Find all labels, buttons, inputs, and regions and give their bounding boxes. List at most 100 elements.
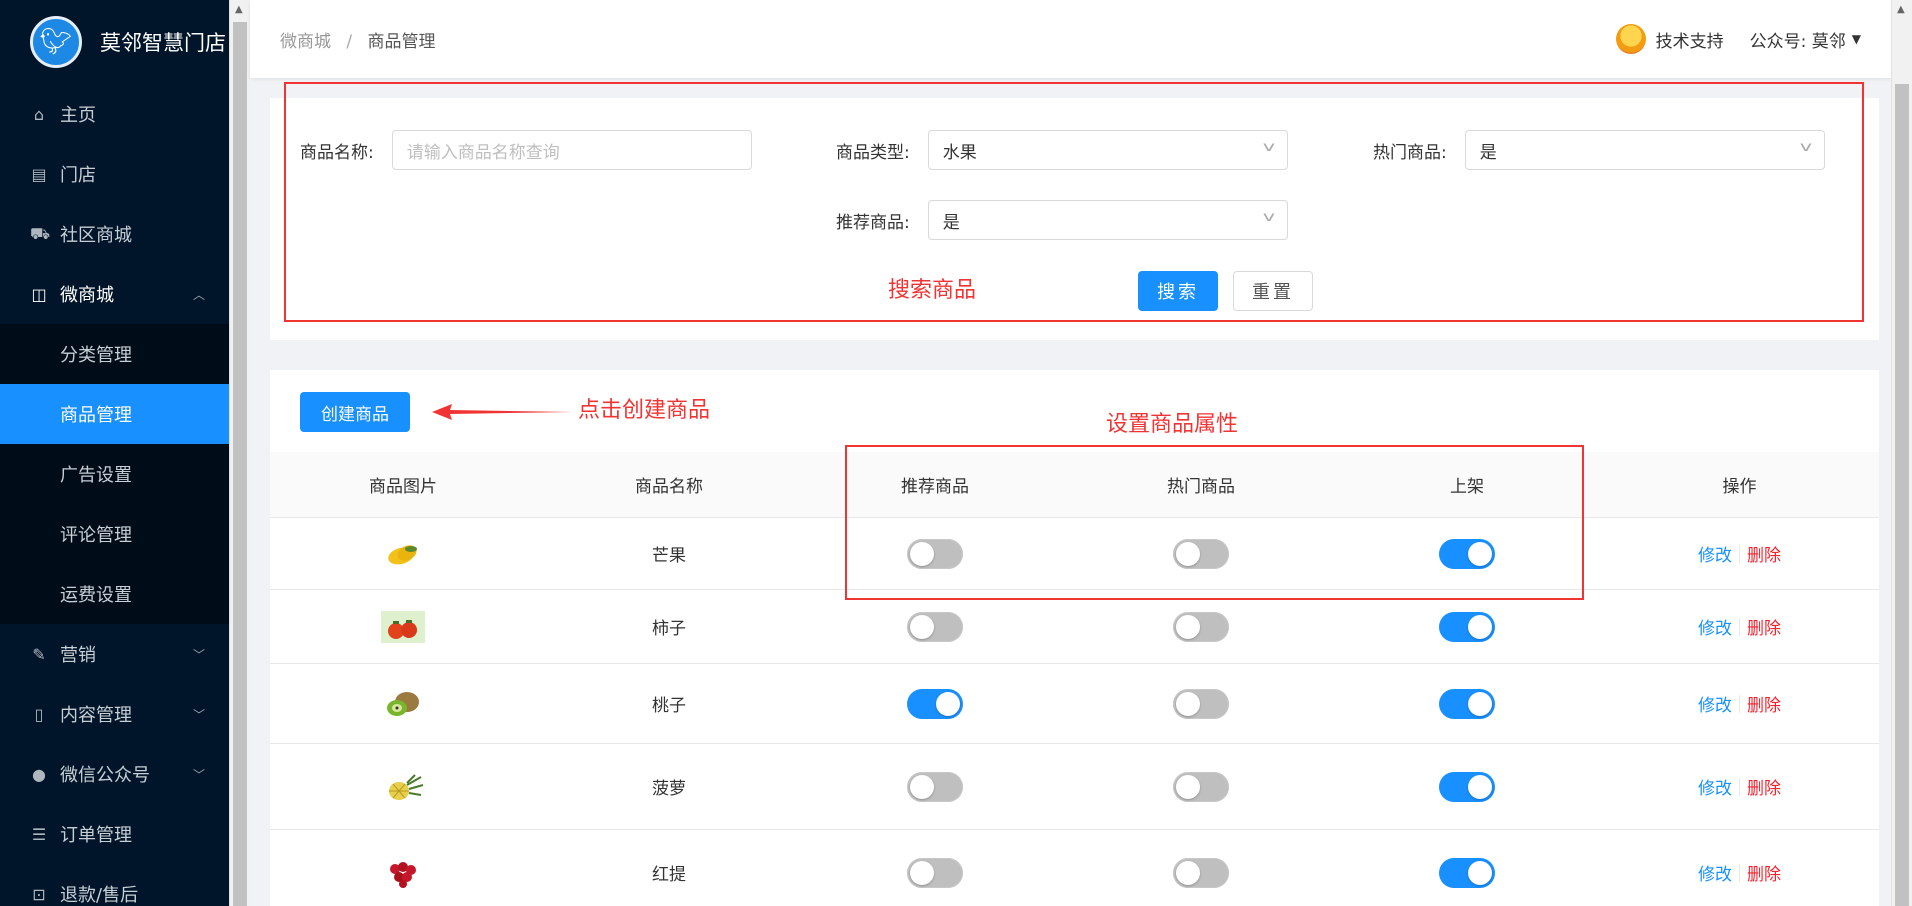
refund-icon: ⊡ [32, 884, 46, 904]
bird-logo-icon: 🐦︎ [30, 16, 82, 68]
table-row: 桃子 修改 删除 [270, 664, 1879, 744]
wechat-icon: ● [32, 764, 46, 784]
edit-link[interactable]: 修改 [1698, 614, 1732, 639]
on-shelf-toggle[interactable] [1439, 857, 1495, 888]
recommend-toggle[interactable] [907, 688, 963, 719]
chevron-down-icon: ﹀ [192, 647, 205, 662]
sidebar-item-order-management[interactable]: ☰ 订单管理 [0, 804, 229, 864]
sidebar-item-label: 社区商城 [60, 225, 132, 246]
sidebar-item-community-mall[interactable]: ⛟ 社区商城 [0, 204, 229, 264]
sidebar-item-home[interactable]: ⌂ 主页 [0, 84, 229, 144]
peach-image [381, 688, 425, 720]
edit-link[interactable]: 修改 [1698, 541, 1732, 566]
delete-link[interactable]: 删除 [1747, 541, 1781, 566]
app-logo[interactable]: 🐦︎ 莫邻智慧门店 [0, 0, 229, 84]
breadcrumb-item-micro-mall[interactable]: 微商城 [280, 32, 331, 52]
sidebar-item-product-management[interactable]: 商品管理 [0, 384, 229, 444]
product-name: 芒果 [652, 546, 686, 566]
annotation-arrow-icon [432, 404, 573, 420]
support-avatar-icon[interactable] [1615, 24, 1646, 54]
search-annotation-box [284, 82, 1864, 322]
top-header: 微商城 / 商品管理 技术支持 公众号: 莫邻 ▼ [250, 0, 1891, 78]
caret-down-icon[interactable]: ▼ [1852, 32, 1861, 46]
sidebar-item-wechat-account[interactable]: ● 微信公众号 ﹀ [0, 744, 229, 804]
sidebar-item-marketing[interactable]: ✎ 营销 ﹀ [0, 624, 229, 684]
list-icon: ☰ [31, 824, 47, 844]
hot-toggle[interactable] [1173, 857, 1229, 888]
sidebar-scrollbar[interactable]: ▲ [229, 0, 250, 906]
home-icon: ⌂ [33, 104, 45, 124]
hot-toggle[interactable] [1173, 611, 1229, 642]
search-annotation-label: 搜索商品 [888, 278, 977, 303]
sidebar-item-store[interactable]: ▤ 门店 [0, 144, 229, 204]
scrollbar-thumb[interactable] [1895, 84, 1909, 906]
cart-icon: ⛟ [30, 223, 51, 243]
micro-mall-submenu: 分类管理 商品管理 广告设置 评论管理 运费设置 [0, 324, 229, 624]
delete-link[interactable]: 删除 [1747, 860, 1781, 885]
attribute-annotation-box [845, 445, 1584, 600]
create-annotation-label: 点击创建商品 [578, 398, 711, 423]
breadcrumb: 微商城 / 商品管理 [280, 27, 436, 52]
on-shelf-toggle[interactable] [1439, 688, 1495, 719]
persimmon-image [381, 610, 425, 643]
recommend-toggle[interactable] [907, 771, 963, 802]
edit-link[interactable]: 修改 [1698, 691, 1732, 716]
sidebar-item-label: 微商城 [60, 285, 114, 306]
delete-link[interactable]: 删除 [1747, 614, 1781, 639]
hot-toggle[interactable] [1173, 771, 1229, 802]
sidebar-item-shipping-settings[interactable]: 运费设置 [0, 564, 229, 624]
red-grape-image [381, 857, 425, 889]
main-scrollbar[interactable]: ▲ [1891, 0, 1912, 906]
on-shelf-toggle[interactable] [1439, 771, 1495, 802]
recommend-toggle[interactable] [907, 857, 963, 888]
mango-image [381, 538, 425, 570]
product-name: 菠萝 [652, 779, 686, 799]
pineapple-image [381, 771, 425, 803]
recommend-toggle[interactable] [907, 611, 963, 642]
breadcrumb-separator: / [346, 32, 353, 52]
sidebar-item-refund[interactable]: ⊡ 退款/售后 [0, 864, 229, 906]
document-icon: ▯ [34, 704, 44, 724]
bag-icon: ◫ [31, 284, 47, 304]
sidebar-item-micro-mall[interactable]: ◫ 微商城 ︿ [0, 264, 229, 324]
chevron-down-icon: ﹀ [192, 767, 205, 782]
sidebar: 🐦︎ 莫邻智慧门店 ⌂ 主页 ▤ 门店 ⛟ 社区商城 ◫ 微商城 ︿ 分类管理 … [0, 0, 229, 906]
sidebar-item-label: 主页 [60, 105, 96, 126]
product-name: 柿子 [652, 619, 686, 639]
scroll-up-arrow-icon[interactable]: ▲ [235, 4, 243, 15]
table-row: 红提 修改 删除 [270, 830, 1879, 906]
sidebar-item-content-management[interactable]: ▯ 内容管理 ﹀ [0, 684, 229, 744]
sidebar-item-label: 内容管理 [60, 705, 132, 726]
hot-toggle[interactable] [1173, 688, 1229, 719]
tech-support-link[interactable]: 技术支持 [1656, 27, 1724, 52]
breadcrumb-item-current: 商品管理 [367, 32, 436, 52]
create-product-button[interactable]: 创建商品 [300, 392, 410, 432]
sidebar-item-label: 微信公众号 [60, 765, 150, 786]
chevron-down-icon: ﹀ [192, 707, 205, 722]
sidebar-item-comment-management[interactable]: 评论管理 [0, 504, 229, 564]
sidebar-item-label: 营销 [60, 645, 96, 666]
attribute-annotation-label: 设置商品属性 [1106, 412, 1239, 437]
column-header-actions: 操作 [1722, 477, 1757, 497]
store-icon: ▤ [31, 164, 47, 184]
wrench-icon: ✎ [32, 644, 46, 664]
scroll-up-arrow-icon[interactable]: ▲ [1897, 4, 1905, 15]
sidebar-item-ad-settings[interactable]: 广告设置 [0, 444, 229, 504]
table-row: 柿子 修改 删除 [270, 590, 1879, 664]
delete-link[interactable]: 删除 [1747, 691, 1781, 716]
column-header-image: 商品图片 [369, 477, 437, 497]
app-name: 莫邻智慧门店 [100, 31, 226, 55]
sidebar-item-label: 订单管理 [60, 825, 132, 846]
delete-link[interactable]: 删除 [1747, 774, 1781, 799]
scrollbar-thumb[interactable] [233, 22, 247, 906]
account-dropdown[interactable]: 公众号: 莫邻 [1750, 27, 1846, 52]
sidebar-item-label: 退款/售后 [60, 885, 139, 906]
sidebar-item-category-management[interactable]: 分类管理 [0, 324, 229, 384]
chevron-up-icon: ︿ [192, 287, 205, 302]
table-row: 菠萝 修改 删除 [270, 744, 1879, 830]
product-name: 红提 [652, 865, 686, 885]
sidebar-item-label: 门店 [60, 165, 96, 186]
edit-link[interactable]: 修改 [1698, 774, 1732, 799]
edit-link[interactable]: 修改 [1698, 860, 1732, 885]
on-shelf-toggle[interactable] [1439, 611, 1495, 642]
